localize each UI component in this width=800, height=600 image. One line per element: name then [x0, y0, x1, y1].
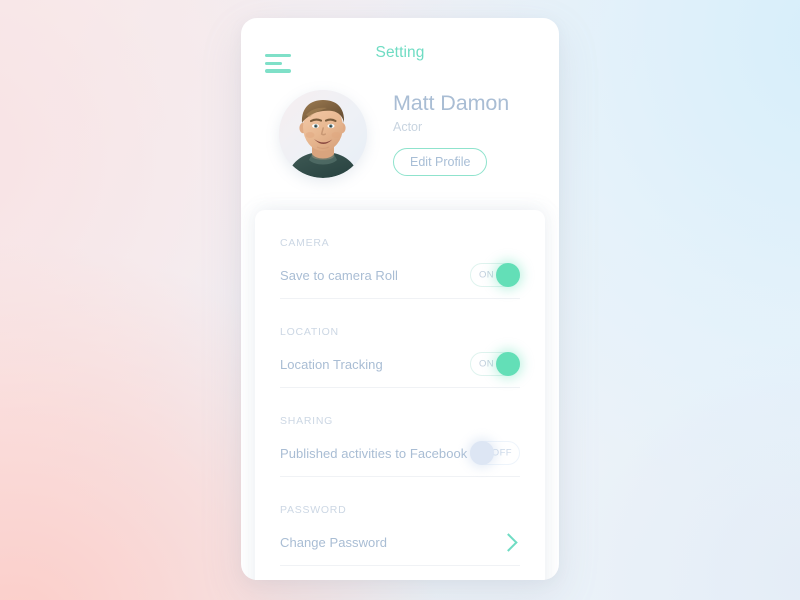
page-title: Setting: [375, 44, 425, 61]
setting-row-change-password[interactable]: Change Password: [280, 519, 520, 565]
setting-label: Change Password: [280, 534, 387, 550]
section-sharing: SHARING Published activities to Facebook…: [280, 388, 520, 477]
menu-bar-2: [265, 61, 282, 66]
profile-role: Actor: [393, 120, 423, 134]
setting-row-published-activities[interactable]: Published activities to Facebook OFF: [280, 430, 520, 476]
profile-details: Matt Damon Actor Edit Profile: [393, 90, 509, 176]
setting-row-save-to-camera-roll[interactable]: Save to camera Roll ON: [280, 252, 520, 298]
toggle-knob: [496, 263, 520, 287]
setting-row-location-tracking[interactable]: Location Tracking ON: [280, 341, 520, 387]
toggle-knob: [496, 352, 520, 376]
menu-bar-3: [265, 69, 291, 73]
profile-section: Matt Damon Actor Edit Profile: [241, 90, 559, 212]
toggle-knob: [470, 441, 494, 465]
section-label-location: LOCATION: [280, 326, 339, 338]
section-location: LOCATION Location Tracking ON: [280, 299, 520, 388]
chevron-right-icon[interactable]: [499, 532, 518, 552]
app-header: Setting: [241, 18, 559, 90]
setting-label: Save to camera Roll: [280, 267, 399, 283]
toggle-state-label: ON: [479, 269, 495, 281]
phone-frame: Setting Matt Damon Actor Edit Profile CA…: [241, 18, 559, 580]
setting-label: Published activities to Facebook: [280, 445, 468, 461]
toggle-location-tracking[interactable]: ON: [470, 352, 520, 376]
section-camera: CAMERA Save to camera Roll ON: [280, 210, 520, 299]
toggle-state-label: ON: [479, 358, 495, 370]
section-label-sharing: SHARING: [280, 415, 334, 427]
toggle-save-to-camera-roll[interactable]: ON: [470, 263, 520, 287]
avatar[interactable]: [279, 90, 367, 178]
section-password: PASSWORD Change Password: [280, 477, 520, 566]
setting-label: Location Tracking: [280, 356, 383, 372]
edit-profile-button[interactable]: Edit Profile: [393, 148, 488, 176]
toggle-published-activities-to-facebook[interactable]: OFF: [470, 441, 520, 465]
toggle-state-label: OFF: [491, 447, 512, 459]
row-divider: [280, 565, 520, 566]
settings-card: CAMERA Save to camera Roll ON LOCATION L…: [255, 210, 545, 580]
section-label-camera: CAMERA: [280, 237, 330, 249]
profile-name: Matt Damon: [393, 91, 510, 115]
section-label-password: PASSWORD: [280, 504, 347, 516]
